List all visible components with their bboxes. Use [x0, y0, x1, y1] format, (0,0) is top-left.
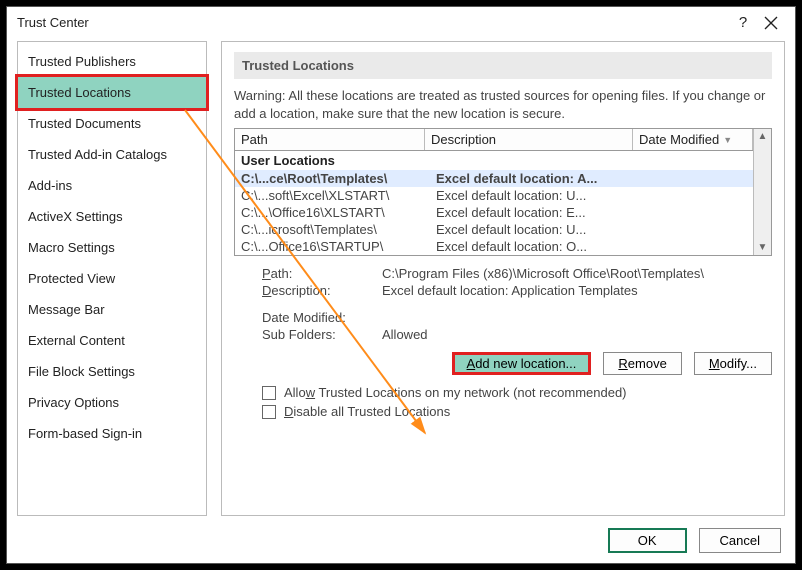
sidebar-item[interactable]: Macro Settings [18, 232, 206, 263]
cell-description: Excel default location: U... [436, 222, 747, 237]
table-row[interactable]: C:\...icrosoft\Templates\Excel default l… [235, 221, 753, 238]
cell-path: C:\...soft\Excel\XLSTART\ [241, 188, 436, 203]
cell-description: Excel default location: A... [436, 171, 747, 186]
location-buttons: Add new location... Remove Modify... [234, 352, 772, 375]
close-button[interactable] [757, 14, 785, 31]
cell-description: Excel default location: E... [436, 205, 747, 220]
scroll-up-icon: ▲ [758, 129, 768, 144]
category-sidebar: Trusted PublishersTrusted LocationsTrust… [17, 41, 207, 516]
cancel-button[interactable]: Cancel [699, 528, 781, 553]
col-path[interactable]: Path [235, 129, 425, 150]
locations-table: Path Description Date Modified▼ User Loc… [234, 128, 772, 256]
close-icon [764, 16, 778, 30]
warning-text: Warning: All these locations are treated… [234, 87, 772, 122]
table-row[interactable]: C:\...ce\Root\Templates\Excel default lo… [235, 170, 753, 187]
detail-path-value: C:\Program Files (x86)\Microsoft Office\… [382, 266, 772, 281]
cell-description: Excel default location: O... [436, 239, 747, 254]
add-new-location-button[interactable]: Add new location... [452, 352, 592, 375]
detail-subfolders-label: Sub Folders: [262, 327, 382, 342]
window-title: Trust Center [17, 15, 729, 30]
sidebar-item[interactable]: ActiveX Settings [18, 201, 206, 232]
table-row[interactable]: C:\...Office16\STARTUP\Excel default loc… [235, 238, 753, 255]
detail-desc-label: Description: [262, 283, 382, 298]
sort-dropdown-icon: ▼ [723, 135, 732, 145]
sidebar-item[interactable]: Trusted Publishers [18, 46, 206, 77]
sidebar-item[interactable]: External Content [18, 325, 206, 356]
cell-path: C:\...Office16\STARTUP\ [241, 239, 436, 254]
sidebar-item[interactable]: Form-based Sign-in [18, 418, 206, 449]
location-details: Path:C:\Program Files (x86)\Microsoft Of… [234, 266, 772, 344]
col-description[interactable]: Description [425, 129, 633, 150]
help-button[interactable]: ? [729, 14, 757, 31]
sidebar-item[interactable]: Trusted Add-in Catalogs [18, 139, 206, 170]
modify-button[interactable]: Modify... [694, 352, 772, 375]
panel-title: Trusted Locations [234, 52, 772, 79]
allow-network-checkbox-row[interactable]: Allow Trusted Locations on my network (n… [234, 385, 772, 400]
allow-network-label: Allow Trusted Locations on my network (n… [284, 385, 627, 400]
sidebar-item[interactable]: Message Bar [18, 294, 206, 325]
sidebar-item[interactable]: Trusted Locations [15, 74, 209, 111]
titlebar: Trust Center ? [7, 7, 795, 35]
remove-button[interactable]: Remove [603, 352, 681, 375]
dialog-footer: OK Cancel [7, 520, 795, 563]
detail-date-label: Date Modified: [262, 310, 382, 325]
sidebar-item[interactable]: Protected View [18, 263, 206, 294]
table-row[interactable]: C:\...soft\Excel\XLSTART\Excel default l… [235, 187, 753, 204]
detail-subfolders-value: Allowed [382, 327, 772, 342]
cell-path: C:\...ce\Root\Templates\ [241, 171, 436, 186]
col-date-modified[interactable]: Date Modified▼ [633, 129, 753, 150]
main-panel: Trusted Locations Warning: All these loc… [221, 41, 785, 516]
disable-all-label: Disable all Trusted Locations [284, 404, 450, 419]
sidebar-item[interactable]: Privacy Options [18, 387, 206, 418]
ok-button[interactable]: OK [608, 528, 687, 553]
scroll-down-icon: ▼ [758, 240, 768, 255]
trust-center-dialog: Trust Center ? Trusted PublishersTrusted… [6, 6, 796, 564]
table-header: Path Description Date Modified▼ [235, 129, 753, 151]
cell-path: C:\...\Office16\XLSTART\ [241, 205, 436, 220]
cell-description: Excel default location: U... [436, 188, 747, 203]
detail-date-value [382, 310, 772, 325]
checkbox-icon [262, 405, 276, 419]
checkbox-icon [262, 386, 276, 400]
sidebar-item[interactable]: File Block Settings [18, 356, 206, 387]
detail-path-label: Path: [262, 266, 382, 281]
group-user-locations: User Locations [235, 151, 753, 170]
sidebar-item[interactable]: Add-ins [18, 170, 206, 201]
cell-path: C:\...icrosoft\Templates\ [241, 222, 436, 237]
disable-all-checkbox-row[interactable]: Disable all Trusted Locations [234, 404, 772, 419]
sidebar-item[interactable]: Trusted Documents [18, 108, 206, 139]
table-row[interactable]: C:\...\Office16\XLSTART\Excel default lo… [235, 204, 753, 221]
detail-desc-value: Excel default location: Application Temp… [382, 283, 772, 298]
table-vscrollbar[interactable]: ▲ ▼ [753, 129, 771, 255]
